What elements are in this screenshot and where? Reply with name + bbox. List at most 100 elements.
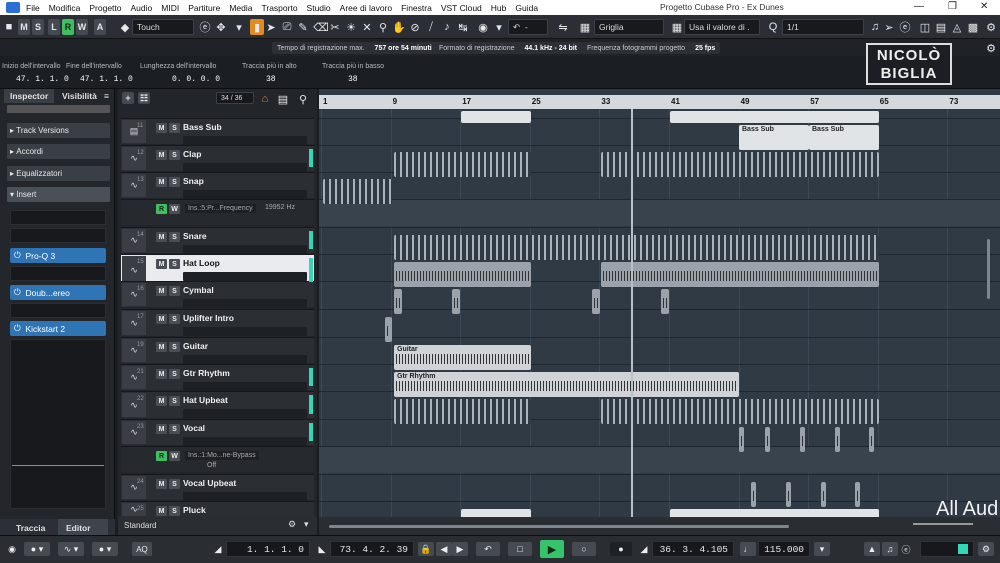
vertical-scrollbar[interactable] (987, 239, 990, 299)
audio-event[interactable] (394, 235, 879, 260)
track-name[interactable]: Cymbal (183, 285, 214, 295)
solo-button[interactable]: S (169, 314, 180, 324)
track-list-menu-icon[interactable]: ▤ (276, 91, 290, 107)
mute-button[interactable]: M (156, 424, 167, 434)
tab-inspector[interactable]: Inspector (10, 91, 48, 101)
playhead-cursor[interactable] (631, 109, 633, 535)
write-button[interactable]: W (169, 451, 180, 461)
insert-slot-empty[interactable] (10, 210, 106, 225)
quantize-icon[interactable]: Q (766, 19, 780, 35)
range-start-value[interactable]: 47. 1. 1. 0 (16, 75, 69, 84)
track-name[interactable]: Hat Upbeat (183, 395, 228, 405)
go-to-end-icon[interactable]: ▶ (452, 542, 468, 556)
insert-slot-empty[interactable] (10, 228, 106, 243)
mute-button[interactable]: M (156, 314, 167, 324)
mute-button[interactable]: M (156, 232, 167, 242)
solo-button[interactable]: S (169, 177, 180, 187)
mute-button[interactable]: M (156, 342, 167, 352)
settings-icon[interactable]: ⚙ (984, 19, 998, 35)
arrange-lane[interactable] (319, 199, 1000, 226)
track-controls[interactable] (183, 492, 307, 501)
auto-scroll-icon[interactable]: ➢ (882, 19, 896, 35)
read-automation-button[interactable]: R (62, 19, 74, 35)
menu-finestra[interactable]: Finestra (401, 3, 432, 13)
menu-trasporto[interactable]: Trasporto (261, 3, 297, 13)
track-controls[interactable] (183, 355, 307, 364)
audio-event[interactable] (394, 262, 531, 287)
nudge-select[interactable]: ↶ - (508, 19, 548, 35)
time-warp-icon[interactable]: ↹ (456, 19, 470, 35)
grid-value-select[interactable]: Usa il valore di . (684, 19, 760, 35)
audio-event[interactable]: Guitar (394, 345, 531, 370)
arrange-lane[interactable] (319, 474, 1000, 501)
precount-icon[interactable]: ⓔ (898, 542, 914, 556)
insert-slot-doubler[interactable]: ⏻ Doub...ereo (10, 285, 106, 300)
audio-event[interactable] (452, 289, 460, 314)
track-controls[interactable] (183, 245, 307, 254)
stop-button[interactable]: □ (508, 542, 532, 556)
track-controls[interactable] (183, 327, 307, 336)
track-name[interactable]: Snap (183, 176, 204, 186)
solo-button[interactable]: S (169, 506, 180, 516)
mute-button[interactable]: M (156, 479, 167, 489)
solo-button[interactable]: S (169, 150, 180, 160)
e-icon[interactable]: ⓔ (198, 19, 212, 35)
insert-slot-kickstart[interactable]: ⏻ Kickstart 2 (10, 321, 106, 336)
automation-mode-select[interactable]: Touch (132, 19, 194, 35)
solo-button[interactable]: S (169, 479, 180, 489)
track-controls[interactable] (183, 136, 307, 145)
audio-event[interactable] (394, 152, 531, 177)
audio-event[interactable] (601, 399, 879, 424)
insert-slot-pro-q3[interactable]: ⏻ Pro-Q 3 (10, 248, 106, 263)
section-equalizzatori[interactable]: ▸ Equalizzatori (7, 166, 110, 181)
cycle-record-icon[interactable]: ● ▾ (92, 542, 118, 556)
snap-type-select[interactable]: Griglia (594, 19, 664, 35)
track-12[interactable]: ∿ 25 M S Pluck (121, 501, 314, 528)
audio-event[interactable] (385, 317, 392, 342)
automation-lane[interactable]: R W Ins.:5:Pr...Frequency 19952 Hz (121, 199, 314, 225)
menu-file[interactable]: File (26, 3, 40, 13)
track-controls[interactable] (183, 272, 307, 281)
delete-tool-icon[interactable]: ✕ (360, 19, 374, 35)
audio-event[interactable] (601, 262, 879, 287)
click-icon[interactable]: ♫ (882, 542, 898, 556)
track-3[interactable]: ∿ 14 M S Snare (121, 227, 314, 254)
mute-button[interactable]: M (156, 150, 167, 160)
midi-part[interactable]: Bass Sub (739, 125, 809, 150)
snap-toggle-icon[interactable]: ⇋ (556, 19, 570, 35)
tempo-menu-icon[interactable]: ▾ (814, 542, 830, 556)
write-automation-button[interactable]: W (76, 19, 88, 35)
play-tool-icon[interactable]: ♪ (440, 19, 454, 35)
menu-aree-di-lavoro[interactable]: Aree di lavoro (340, 3, 392, 13)
lower-zone-icon[interactable]: ▤ (934, 19, 948, 35)
color-dropdown-icon[interactable]: ▾ (492, 19, 506, 35)
color-tool-icon[interactable]: ◉ (476, 19, 490, 35)
mute-button[interactable]: M (156, 259, 167, 269)
mute-all-button[interactable]: M (18, 19, 30, 35)
line-tool-icon[interactable]: ⧸ (424, 19, 438, 35)
read-button[interactable]: R (156, 451, 167, 461)
track-controls[interactable] (183, 163, 307, 172)
midi-part[interactable] (461, 111, 531, 123)
mute-button[interactable]: M (156, 369, 167, 379)
audio-event[interactable] (394, 399, 531, 424)
footer-collapse-icon[interactable]: ▾ (304, 519, 309, 530)
record-mode-icon[interactable]: ● ▾ (24, 542, 50, 556)
tab-traccia[interactable]: Traccia (16, 523, 45, 533)
glue-tool-icon[interactable]: ☀ (344, 19, 358, 35)
left-locator-field[interactable]: 1. 1. 1. 0 (226, 541, 310, 557)
audio-event[interactable] (800, 427, 805, 452)
track-1[interactable]: ∿ 12 M S Clap (121, 145, 314, 172)
mute-button[interactable]: M (156, 123, 167, 133)
position-display[interactable]: 36. 3. 4.105 (652, 541, 734, 557)
range-tool-icon[interactable]: ⎚ (280, 19, 294, 35)
track-2[interactable]: ∿ 13 M S Snap (121, 172, 314, 199)
track-list-footer[interactable]: Standard (124, 521, 156, 530)
tempo-track-icon[interactable]: ♩ (740, 542, 756, 556)
track-controls[interactable] (183, 437, 307, 446)
solo-button[interactable]: S (169, 369, 180, 379)
punch-icon[interactable]: ● (610, 542, 632, 556)
grid-icon[interactable]: ▦ (670, 19, 684, 35)
aq-button[interactable]: AQ (132, 542, 152, 556)
track-name[interactable]: Clap (183, 149, 201, 159)
